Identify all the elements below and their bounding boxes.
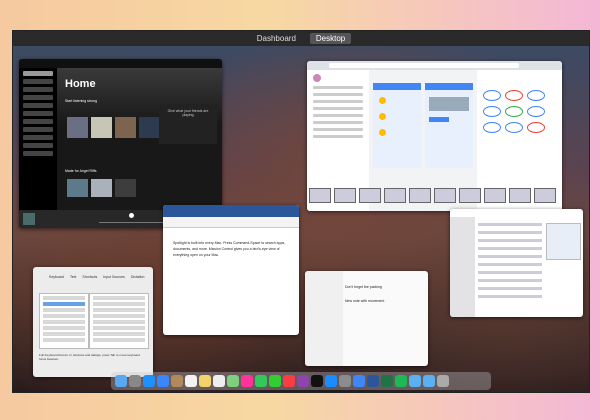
window-thumbnail[interactable] [359, 187, 381, 203]
window-thumbnail[interactable] [309, 187, 331, 203]
calendar-icon[interactable] [185, 375, 197, 387]
tab-shortcuts[interactable]: Shortcuts [82, 275, 97, 279]
launchpad-icon[interactable] [129, 375, 141, 387]
file-row[interactable] [478, 239, 542, 242]
notes-window[interactable]: Don't forget the packing New note with m… [305, 271, 428, 366]
tab-keyboard[interactable]: Keyboard [49, 275, 64, 279]
downloads-icon[interactable] [423, 375, 435, 387]
excel-icon[interactable] [381, 375, 393, 387]
messages-icon[interactable] [255, 375, 267, 387]
app-card[interactable] [425, 83, 473, 168]
podcasts-icon[interactable] [297, 375, 309, 387]
reminders-icon[interactable] [213, 375, 225, 387]
chrome-toolbar [307, 61, 562, 70]
word-document-body[interactable]: Spotlight is built into every Mac. Press… [173, 240, 289, 258]
chrome-icon[interactable] [353, 375, 365, 387]
window-thumbnail[interactable] [459, 187, 481, 203]
mission-control-screen: Dashboard Desktop Home Start listening s… [12, 30, 590, 393]
album-card[interactable] [115, 117, 136, 138]
window-thumbnail[interactable] [334, 187, 356, 203]
note-item[interactable]: New note with movement [345, 299, 384, 303]
word-icon[interactable] [367, 375, 379, 387]
now-playing-artwork[interactable] [23, 213, 35, 225]
spotify-icon[interactable] [395, 375, 407, 387]
file-row[interactable] [478, 231, 542, 234]
tv-icon[interactable] [311, 375, 323, 387]
tab-input-sources[interactable]: Input Sources [103, 275, 125, 279]
mail-icon[interactable] [157, 375, 169, 387]
photos-icon[interactable] [241, 375, 253, 387]
file-row[interactable] [478, 279, 542, 282]
safari-icon[interactable] [143, 375, 155, 387]
tab-dictation[interactable]: Dictation [131, 275, 145, 279]
file-row[interactable] [478, 287, 542, 290]
window-thumbnail-strip [307, 186, 564, 204]
preferences-tabs: Keyboard Text Shortcuts Input Sources Di… [49, 275, 144, 279]
full-keyboard-access-note: Full Keyboard Access: In windows and dia… [39, 353, 140, 361]
file-row[interactable] [478, 263, 542, 266]
file-row[interactable] [478, 295, 542, 298]
contacts-icon[interactable] [171, 375, 183, 387]
file-preview [546, 223, 581, 260]
window-thumbnail[interactable] [409, 187, 431, 203]
playlist-card[interactable] [115, 179, 136, 197]
album-card[interactable] [139, 117, 160, 138]
friends-promo-text: Give what your friends are playing [167, 109, 209, 117]
address-bar[interactable] [329, 63, 519, 68]
folder-icon[interactable] [409, 375, 421, 387]
finder-sidebar [450, 217, 475, 317]
playlist-card[interactable] [91, 179, 112, 197]
keyboard-preferences-window[interactable]: Keyboard Text Shortcuts Input Sources Di… [33, 267, 153, 377]
spaces-bar: Dashboard Desktop [13, 31, 589, 47]
word-window[interactable]: Spotlight is built into every Mac. Press… [163, 205, 299, 335]
word-ribbon [163, 217, 299, 228]
window-thumbnail[interactable] [384, 187, 406, 203]
file-row[interactable] [478, 247, 542, 250]
dock [111, 372, 491, 390]
playback-progress-bar[interactable] [99, 222, 169, 223]
window-thumbnail[interactable] [534, 187, 556, 203]
app-card[interactable] [373, 83, 421, 168]
finder-window[interactable] [450, 209, 583, 317]
maps-icon[interactable] [227, 375, 239, 387]
spotify-titlebar [19, 59, 222, 68]
spotify-section-heading-2: Made for Angel Riffs [65, 169, 97, 173]
word-titlebar [163, 205, 299, 217]
space-desktop-tab[interactable]: Desktop [309, 33, 352, 44]
playlist-card[interactable] [67, 179, 88, 197]
spotify-window[interactable]: Home Start listening strong Give what yo… [19, 59, 222, 228]
tab-text[interactable]: Text [70, 275, 76, 279]
file-row[interactable] [478, 223, 542, 226]
file-row[interactable] [478, 255, 542, 258]
shortcut-category-list[interactable] [39, 293, 89, 349]
play-button[interactable] [129, 213, 134, 218]
note-item[interactable]: Don't forget the packing [345, 285, 382, 289]
album-card[interactable] [67, 117, 88, 138]
finder-icon[interactable] [115, 375, 127, 387]
spotify-section-heading: Start listening strong [65, 99, 97, 103]
notes-icon[interactable] [199, 375, 211, 387]
space-dashboard-tab[interactable]: Dashboard [251, 33, 302, 44]
notes-sidebar [305, 271, 343, 366]
window-thumbnail[interactable] [434, 187, 456, 203]
trash-icon[interactable] [437, 375, 449, 387]
spotify-home-title: Home [65, 78, 96, 90]
facetime-icon[interactable] [269, 375, 281, 387]
window-thumbnail[interactable] [509, 187, 531, 203]
window-thumbnail[interactable] [484, 187, 506, 203]
system-preferences-icon[interactable] [339, 375, 351, 387]
music-icon[interactable] [283, 375, 295, 387]
spotify-sidebar [19, 68, 57, 210]
file-row[interactable] [478, 271, 542, 274]
album-card[interactable] [91, 117, 112, 138]
spotify-main: Home Start listening strong Give what yo… [57, 68, 222, 210]
app-store-icon[interactable] [325, 375, 337, 387]
shortcut-list[interactable] [89, 293, 149, 349]
